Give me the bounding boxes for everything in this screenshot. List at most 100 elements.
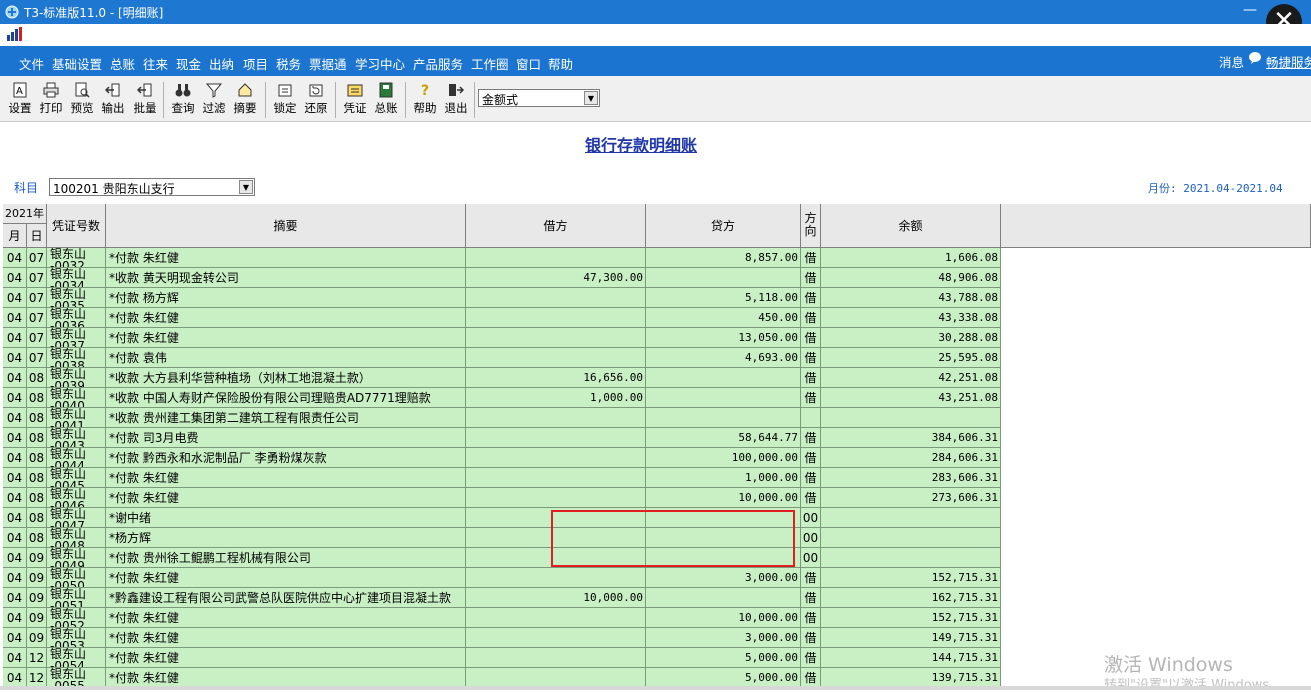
menu-project[interactable]: 项目 [243, 54, 268, 73]
table-row[interactable]: 04 08 银东山 -0039 *收款 大方县利华营种植场（刘林工地混凝土款） 16,65… [3, 368, 1001, 388]
minimize-button[interactable]: — [1240, 2, 1260, 20]
menu-receivables[interactable]: 往来 [143, 54, 168, 73]
table-row[interactable]: 04 08 银东山 -0044 *付款 黔西永和水泥制品厂 李勇粉煤灰款 100,000.… [3, 448, 1001, 468]
table-row[interactable]: 04 07 银东山 -0037 *付款 朱红健 13,050.00 借 30,288.08 [3, 328, 1001, 348]
table-row[interactable]: 04 08 银东山 -0043 *付款 司3月电费 58,644.77 借 384,606.3… [3, 428, 1001, 448]
chevron-down-icon[interactable]: ▼ [584, 91, 598, 105]
table-row[interactable]: 04 08 银东山 -0045 *付款 朱红健 1,000.00 借 283,606.31 [3, 468, 1001, 488]
cell-voucher[interactable]: 银东山 -0054 [47, 648, 106, 668]
cell-voucher[interactable]: 银东山 -0037 [47, 328, 106, 348]
menu-basic-settings[interactable]: 基础设置 [52, 54, 102, 73]
restore-button[interactable]: 还原 [301, 82, 331, 120]
cell-voucher[interactable]: 银东山 -0045 [47, 468, 106, 488]
table-row[interactable]: 04 07 银东山 -0036 *付款 朱红健 450.00 借 43,338.08 [3, 308, 1001, 328]
menu-tax[interactable]: 税务 [276, 54, 301, 73]
exit-button[interactable]: 退出 [441, 82, 471, 120]
cell-voucher[interactable]: 银东山 -0051 [47, 588, 106, 608]
batch-export-icon [137, 83, 152, 97]
preview-button[interactable]: 预览 [67, 82, 97, 120]
table-row[interactable]: 04 07 银东山 -0034 *收款 黄天明现金转公司 47,300.00 借 48,906… [3, 268, 1001, 288]
table-row[interactable]: 04 08 银东山 -0046 *付款 朱红健 10,000.00 借 273,606.31 [3, 488, 1001, 508]
table-row[interactable]: 04 08 银东山 -0040 *收款 中国人寿财产保险股份有限公司理赔贵AD7771理… [3, 388, 1001, 408]
menu-cash[interactable]: 现金 [176, 54, 201, 73]
table-row[interactable]: 04 09 银东山 -0052 *付款 朱红健 10,000.00 借 152,715.31 [3, 608, 1001, 628]
cell-voucher[interactable]: 银东山 -0044 [47, 448, 106, 468]
cell-voucher[interactable]: 银东山 -0040 [47, 388, 106, 408]
cell-direction: 借 [801, 568, 821, 588]
cell-voucher[interactable]: 银东山 -0039 [47, 368, 106, 388]
menu-help[interactable]: 帮助 [548, 54, 573, 73]
batch-button[interactable]: 批量 [130, 82, 160, 120]
horizontal-scrollbar[interactable] [0, 686, 1311, 690]
table-row[interactable]: 04 07 银东山 -0035 *付款 杨方辉 5,118.00 借 43,788.08 [3, 288, 1001, 308]
menu-general-ledger[interactable]: 总账 [110, 54, 135, 73]
cell-balance: 149,715.31 [821, 628, 1001, 648]
format-select[interactable]: 金额式 ▼ [478, 89, 600, 107]
cell-voucher[interactable]: 银东山 -0047 [47, 508, 106, 528]
cell-voucher[interactable]: 银东山 -0052 [47, 608, 106, 628]
table-row[interactable]: 04 08 银东山 -0047 *谢中绪 00 [3, 508, 1001, 528]
cell-voucher[interactable]: 银东山 -0032 [47, 248, 106, 268]
cell-voucher[interactable]: 银东山 -0055 [47, 668, 106, 688]
toolbar-separator [405, 82, 406, 118]
cell-voucher[interactable]: 银东山 -0048 [47, 528, 106, 548]
cell-voucher[interactable]: 银东山 -0050 [47, 568, 106, 588]
cell-summary: *付款 朱红健 [106, 308, 466, 328]
cell-credit: 58,644.77 [646, 428, 801, 448]
message-link[interactable]: 消息 [1219, 52, 1244, 71]
cell-voucher[interactable]: 银东山 -0035 [47, 288, 106, 308]
summary-button[interactable]: 摘要 [230, 82, 260, 120]
cell-direction: 借 [801, 628, 821, 648]
menu-file[interactable]: 文件 [19, 54, 44, 73]
table-row[interactable]: 04 09 银东山 -0051 *黔鑫建设工程有限公司武警总队医院供应中心扩建项目混凝土… [3, 588, 1001, 608]
voucher-button[interactable]: 凭证 [340, 82, 370, 120]
table-row[interactable]: 04 09 银东山 -0053 *付款 朱红健 3,000.00 借 149,715.31 [3, 628, 1001, 648]
menu-product-service[interactable]: 产品服务 [413, 54, 463, 73]
cell-day: 08 [27, 468, 47, 488]
cell-voucher[interactable]: 银东山 -0053 [47, 628, 106, 648]
table-row[interactable]: 04 09 银东山 -0050 *付款 朱红健 3,000.00 借 152,715.31 [3, 568, 1001, 588]
filter-button[interactable]: 过滤 [199, 82, 229, 120]
table-row[interactable]: 04 12 银东山 -0055 *付款 朱红健 5,000.00 借 139,715.31 [3, 668, 1001, 688]
table-row[interactable]: 04 12 银东山 -0054 *付款 朱红健 5,000.00 借 144,715.31 [3, 648, 1001, 668]
menu-learning-center[interactable]: 学习中心 [355, 54, 405, 73]
cell-credit: 450.00 [646, 308, 801, 328]
chevron-down-icon[interactable]: ▼ [239, 180, 253, 194]
cell-debit [466, 568, 646, 588]
subject-label: 科目 [14, 181, 39, 195]
table-row[interactable]: 04 09 银东山 -0049 *付款 贵州徐工鲲鹏工程机械有限公司 00 [3, 548, 1001, 568]
menu-cashier[interactable]: 出纳 [209, 54, 234, 73]
cell-voucher[interactable]: 银东山 -0049 [47, 548, 106, 568]
help-button[interactable]: ? 帮助 [410, 82, 440, 120]
service-link[interactable]: 畅捷服务 [1266, 52, 1311, 71]
print-button[interactable]: 打印 [36, 82, 66, 120]
menu-window[interactable]: 窗口 [516, 54, 541, 73]
settings-button[interactable]: A 设置 [5, 82, 35, 120]
query-button[interactable]: 查询 [168, 82, 198, 120]
table-row[interactable]: 04 07 银东山 -0038 *付款 袁伟 4,693.00 借 25,595.08 [3, 348, 1001, 368]
cell-month: 04 [3, 388, 27, 408]
export-button[interactable]: 输出 [98, 82, 128, 120]
cell-month: 04 [3, 308, 27, 328]
header-summary: 摘要 [106, 204, 466, 248]
cell-voucher[interactable]: 银东山 -0038 [47, 348, 106, 368]
table-row[interactable]: 04 08 银东山 -0041 *收款 贵州建工集团第二建筑工程有限责任公司 [3, 408, 1001, 428]
cell-direction: 借 [801, 448, 821, 468]
cell-direction: 借 [801, 288, 821, 308]
cell-balance: 273,606.31 [821, 488, 1001, 508]
general-ledger-button[interactable]: 总账 [371, 82, 401, 120]
cell-debit: 1,000.00 [466, 388, 646, 408]
highlight-box [551, 510, 795, 567]
table-row[interactable]: 04 08 银东山 -0048 *杨方辉 00 [3, 528, 1001, 548]
cell-voucher[interactable]: 银东山 -0041 [47, 408, 106, 428]
cell-voucher[interactable]: 银东山 -0034 [47, 268, 106, 288]
menu-invoice[interactable]: 票据通 [309, 54, 347, 73]
cell-voucher[interactable]: 银东山 -0043 [47, 428, 106, 448]
menu-work-circle[interactable]: 工作圈 [471, 54, 509, 73]
lock-button[interactable]: 锁定 [270, 82, 300, 120]
cell-voucher[interactable]: 银东山 -0036 [47, 308, 106, 328]
cell-month: 04 [3, 528, 27, 548]
table-row[interactable]: 04 07 银东山 -0032 *付款 朱红健 8,857.00 借 1,606.08 [3, 248, 1001, 268]
cell-voucher[interactable]: 银东山 -0046 [47, 488, 106, 508]
subject-select[interactable]: 100201 贵阳东山支行 ▼ [49, 178, 255, 196]
